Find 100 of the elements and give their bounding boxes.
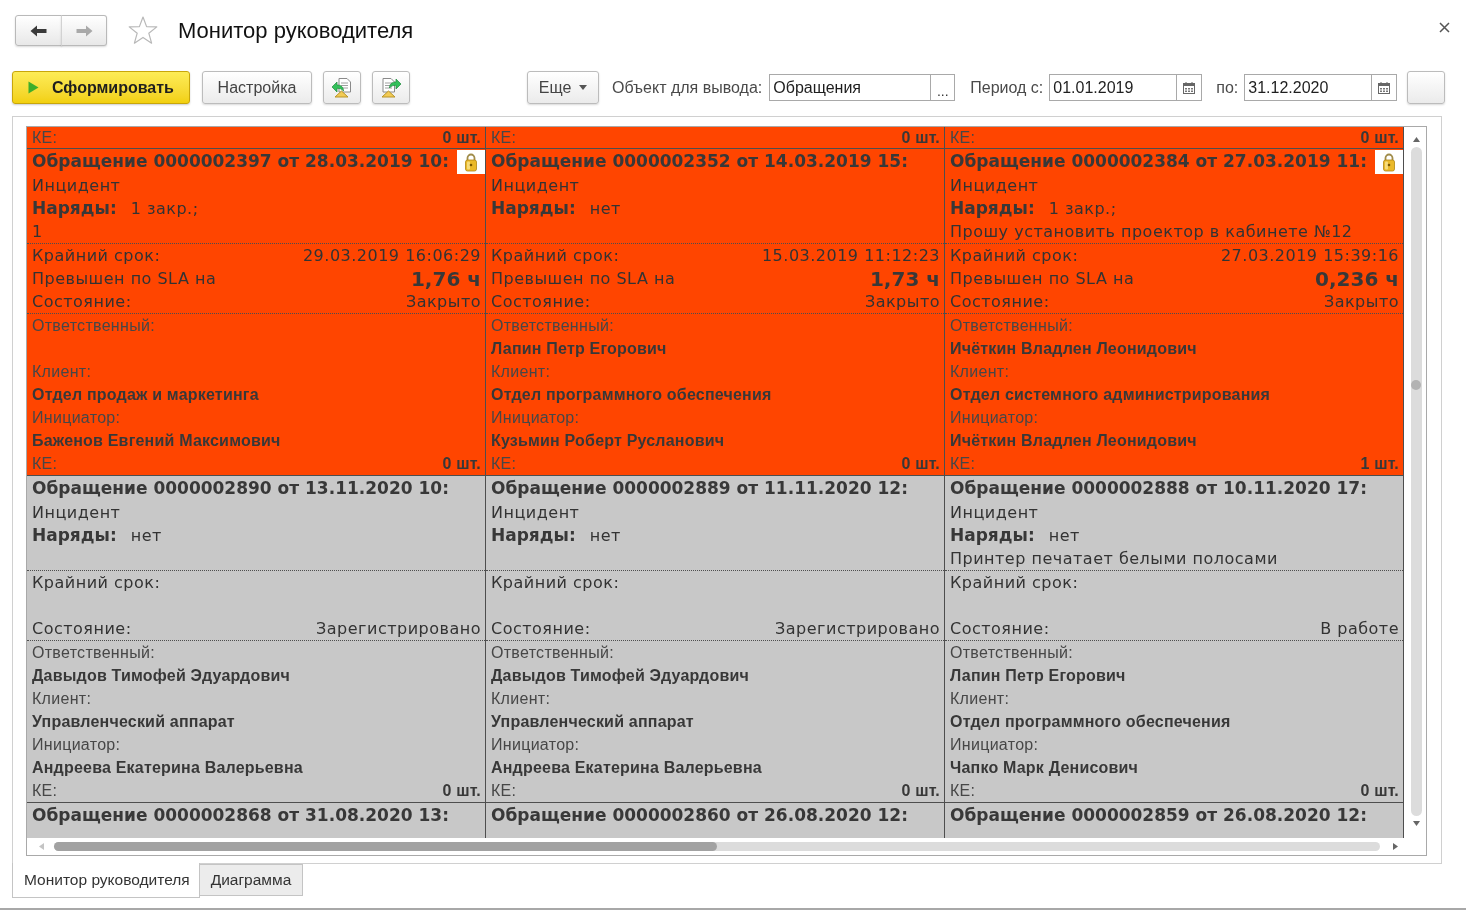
document-arrow-button[interactable]	[323, 71, 361, 104]
ke-count: 0 шт.	[901, 453, 940, 474]
field-label: Инициатор:	[32, 407, 121, 428]
deadline-value: 15.03.2019 11:12:23	[761, 244, 940, 267]
star-icon[interactable]	[128, 16, 158, 45]
responsible-name: Лапин Петр Егорович	[950, 665, 1126, 686]
window-title: Монитор руководителя	[178, 17, 414, 45]
select-button[interactable]: ...	[930, 74, 956, 101]
tab[interactable]: Монитор руководителя	[12, 863, 200, 898]
period-end-field[interactable]: 31.12.2020	[1244, 74, 1372, 101]
request-type: Инцидент	[491, 501, 580, 524]
sla-overdue-value: 1,76 ч	[410, 265, 481, 293]
caret-icon	[579, 85, 588, 90]
sla-overdue-value: 0,236 ч	[1315, 265, 1399, 293]
field-label: Превышен по SLA на	[32, 267, 217, 290]
responsible-name: Давыдов Тимофей Эдуардович	[491, 665, 749, 686]
field-label: Наряды:	[32, 523, 117, 547]
scroll-right-icon[interactable]	[1393, 842, 1398, 850]
field-label: Крайний срок:	[950, 571, 1079, 594]
field-label: Состояние:	[491, 617, 591, 640]
ke-count: 0 шт.	[442, 780, 481, 801]
request-type: Инцидент	[950, 174, 1039, 197]
request-type: Инцидент	[32, 174, 121, 197]
ke-count: 0 шт.	[1360, 780, 1399, 801]
field-value: нет	[130, 524, 162, 547]
initiator-name: Чапко Марк Денисович	[950, 757, 1139, 778]
period-start-field[interactable]: 01.01.2019	[1049, 74, 1177, 101]
scrollbar-thumb[interactable]	[1411, 380, 1421, 390]
field-label: Состояние:	[32, 617, 132, 640]
field-label: Состояние:	[491, 290, 591, 313]
field-label: по:	[1216, 77, 1239, 98]
card-title: Обращение 0000002860 от 26.08.2020 12:	[491, 803, 908, 827]
client-name: Управленческий аппарат	[32, 711, 235, 732]
more-button[interactable]: Еще	[527, 71, 599, 104]
field-label: Наряды:	[950, 523, 1035, 547]
document-arrow-icon	[380, 77, 402, 98]
back-arrow-icon	[30, 24, 47, 37]
field-label: Ответственный:	[950, 642, 1073, 663]
field-label: Клиент:	[32, 361, 92, 382]
tab[interactable]: Диаграмма	[198, 864, 304, 896]
close-icon[interactable]	[1439, 22, 1450, 33]
document-arrow-button[interactable]	[372, 71, 410, 104]
generate-button[interactable]: Сформировать	[12, 71, 190, 104]
field-label: Инициатор:	[950, 734, 1039, 755]
field-label: КЕ:	[491, 780, 517, 801]
request-description: 1	[32, 220, 43, 243]
field-label: Наряды:	[32, 196, 117, 220]
field-value: 1 закр.;	[1048, 197, 1117, 220]
field-label: Инициатор:	[491, 734, 580, 755]
field-label: Наряды:	[950, 196, 1035, 220]
scrollbar-track[interactable]	[1410, 147, 1422, 816]
field-label: Инициатор:	[950, 407, 1039, 428]
scroll-down-icon[interactable]	[1412, 821, 1420, 826]
calendar-button[interactable]	[1176, 74, 1203, 101]
field-label: Клиент:	[32, 688, 92, 709]
empty-button[interactable]	[1407, 71, 1446, 104]
field-label: Состояние:	[950, 290, 1050, 313]
back-button[interactable]	[15, 15, 62, 46]
request-description: Принтер печатает белыми полосами	[950, 547, 1278, 570]
card-title: Обращение 0000002888 от 10.11.2020 17:	[950, 476, 1367, 500]
ke-count: 0 шт.	[901, 127, 940, 148]
field-label: КЕ:	[32, 453, 58, 474]
initiator-name: Кузьмин Роберт Русланович	[491, 430, 725, 451]
field-label: Инициатор:	[491, 407, 580, 428]
field-label: КЕ:	[950, 453, 976, 474]
request-type: Инцидент	[950, 501, 1039, 524]
output-object-field[interactable]: Обращения	[769, 74, 931, 101]
state-value: Закрыто	[405, 290, 481, 313]
field-label: КЕ:	[950, 127, 976, 148]
client-name: Отдел продаж и маркетинга	[32, 384, 259, 405]
deadline-value: 29.03.2019 16:06:29	[302, 244, 481, 267]
field-label: Ответственный:	[491, 315, 614, 336]
scroll-up-icon[interactable]	[1412, 137, 1420, 142]
field-value: нет	[589, 197, 621, 220]
state-value: В работе	[1320, 617, 1399, 640]
scrollbar-track[interactable]	[54, 841, 1380, 851]
request-type: Инцидент	[491, 174, 580, 197]
card-title: Обращение 0000002352 от 14.03.2019 15:	[491, 149, 908, 173]
state-value: Закрыто	[1323, 290, 1399, 313]
client-name: Отдел программного обеспечения	[491, 384, 772, 405]
field-label: Ответственный:	[32, 315, 155, 336]
field-label: Ответственный:	[491, 642, 614, 663]
field-label: Ответственный:	[32, 642, 155, 663]
field-label: Крайний срок:	[32, 571, 161, 594]
field-label: Крайний срок:	[950, 244, 1079, 267]
scroll-left-icon[interactable]	[39, 842, 44, 850]
field-label: Состояние:	[32, 290, 132, 313]
forward-arrow-icon	[75, 24, 93, 37]
initiator-name: Андреева Екатерина Валерьевна	[32, 757, 303, 778]
client-name: Отдел программного обеспечения	[950, 711, 1231, 732]
field-label: КЕ:	[32, 780, 58, 801]
calendar-icon	[1183, 81, 1196, 94]
field-label: Состояние:	[950, 617, 1050, 640]
calendar-button[interactable]	[1371, 74, 1398, 101]
scrollbar-thumb[interactable]	[54, 841, 717, 851]
state-value: Закрыто	[864, 290, 940, 313]
field-label: КЕ:	[491, 453, 517, 474]
initiator-name: Ичёткин Владлен Леонидович	[950, 430, 1197, 451]
field-label: Ответственный:	[950, 315, 1073, 336]
settings-button[interactable]: Настройка	[202, 71, 312, 104]
